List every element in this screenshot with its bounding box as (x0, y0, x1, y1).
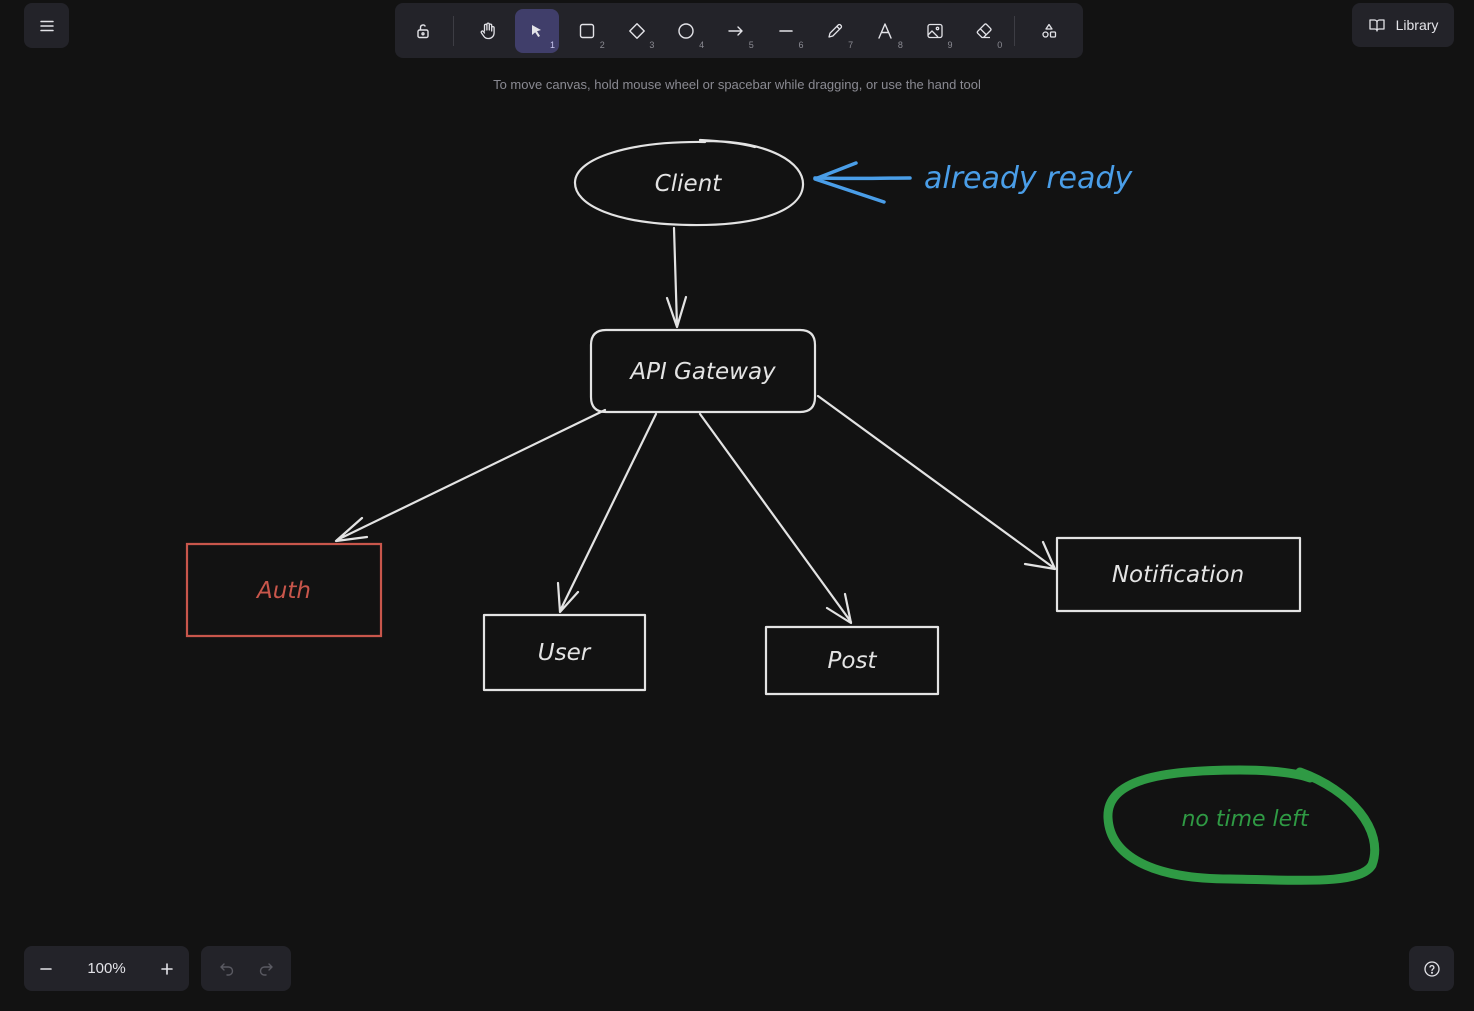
minus-icon (40, 967, 52, 970)
plus-icon (161, 962, 173, 975)
gateway-label: API Gateway (628, 359, 776, 385)
redo-icon (259, 962, 273, 976)
help-button[interactable] (1409, 946, 1454, 991)
zoom-controls: 100% (24, 946, 189, 991)
post-label: Post (828, 648, 878, 674)
notification-label: Notification (1112, 562, 1244, 588)
no-time-annotation-label: no time left (1181, 807, 1309, 832)
undo-button[interactable] (211, 953, 243, 985)
redo-button[interactable] (250, 953, 282, 985)
zoom-reset-button[interactable]: 100% (87, 960, 125, 977)
client-label: Client (655, 171, 723, 197)
zoom-out-button[interactable] (30, 953, 62, 985)
help-icon (1423, 960, 1440, 977)
undo-redo-controls (201, 946, 291, 991)
auth-label: Auth (255, 578, 311, 604)
user-label: User (538, 640, 592, 666)
drawing-canvas[interactable]: Client API Gateway Auth User Post Notifi… (0, 0, 1474, 1011)
arrow-gateway-auth[interactable] (334, 408, 607, 543)
undo-icon (219, 962, 233, 976)
arrow-gateway-post[interactable] (698, 412, 853, 625)
arrow-gateway-notification[interactable] (816, 394, 1057, 571)
arrow-gateway-user[interactable] (556, 412, 658, 614)
ready-annotation-label: already ready (924, 161, 1133, 196)
arrow-client-gateway[interactable] (665, 226, 688, 329)
annotation-blue-arrow[interactable] (813, 161, 912, 204)
zoom-in-button[interactable] (151, 953, 183, 985)
